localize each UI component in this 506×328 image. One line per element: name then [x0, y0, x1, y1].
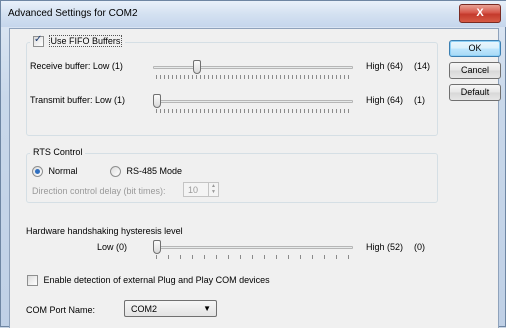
dialog-window: Advanced Settings for COM2 X Use FIFO Bu… [0, 0, 506, 328]
transmit-buffer-label: Transmit buffer: Low (1) [30, 95, 126, 105]
fifo-checkbox[interactable] [33, 34, 44, 48]
receive-buffer-value: (14) [414, 61, 431, 71]
hysteresis-low-label: Low (0) [97, 242, 128, 252]
receive-buffer-label: Receive buffer: Low (1) [30, 61, 123, 71]
hysteresis-ticks [156, 255, 350, 259]
transmit-buffer-ticks [156, 109, 350, 113]
com-port-label: COM Port Name: [26, 305, 96, 315]
receive-buffer-slider-thumb[interactable] [192, 60, 201, 74]
rts-rs485-option[interactable]: RS-485 Mode [110, 166, 183, 178]
dialog-client-area: Use FIFO Buffers Receive buffer: Low (1)… [9, 28, 501, 328]
default-button[interactable]: Default [449, 84, 501, 101]
rts-rs485-radio[interactable] [110, 166, 121, 178]
direction-delay-label: Direction control delay (bit times): [32, 186, 166, 196]
receive-buffer-high-label: High (64) [366, 61, 404, 71]
hysteresis-slider-thumb[interactable] [153, 240, 161, 254]
rts-normal-option[interactable]: Normal [32, 166, 78, 178]
pnp-option[interactable]: Enable detection of external Plug and Pl… [27, 275, 270, 287]
hysteresis-track[interactable] [153, 246, 353, 249]
hysteresis-high-label: High (52) [366, 242, 404, 252]
pnp-checkbox[interactable] [27, 275, 38, 287]
rts-normal-radio[interactable] [32, 166, 43, 178]
transmit-buffer-track[interactable] [153, 100, 353, 103]
cancel-button[interactable]: Cancel [449, 62, 501, 79]
fifo-group [26, 42, 438, 136]
com-port-select[interactable]: COM2 ▼ [124, 300, 217, 317]
transmit-buffer-slider-thumb[interactable] [153, 94, 161, 108]
close-icon: X [476, 7, 484, 19]
pnp-label: Enable detection of external Plug and Pl… [43, 275, 270, 285]
receive-buffer-ticks [156, 75, 350, 79]
transmit-buffer-high-label: High (64) [366, 95, 404, 105]
ok-button[interactable]: OK [449, 40, 501, 57]
title-bar[interactable]: Advanced Settings for COM2 X [1, 1, 506, 27]
direction-delay-value: 10 [188, 185, 199, 195]
rts-group-label: RTS Control [30, 147, 86, 157]
direction-delay-spinner[interactable]: 10 ▲ ▼ [183, 182, 219, 197]
receive-buffer-track[interactable] [153, 66, 353, 69]
fifo-checkbox-label: Use FIFO Buffers [48, 35, 123, 47]
spinner-arrows-icon[interactable]: ▲ ▼ [208, 183, 218, 196]
rts-normal-label: Normal [48, 166, 78, 176]
com-port-value: COM2 [131, 304, 158, 314]
close-button[interactable]: X [459, 4, 501, 23]
transmit-buffer-value: (1) [414, 95, 425, 105]
hysteresis-label: Hardware handshaking hysteresis level [26, 226, 183, 236]
hysteresis-value: (0) [414, 242, 425, 252]
rts-rs485-label: RS-485 Mode [126, 166, 183, 176]
chevron-down-icon: ▼ [203, 304, 211, 313]
fifo-legend[interactable]: Use FIFO Buffers [30, 34, 126, 48]
window-title: Advanced Settings for COM2 [8, 8, 138, 19]
